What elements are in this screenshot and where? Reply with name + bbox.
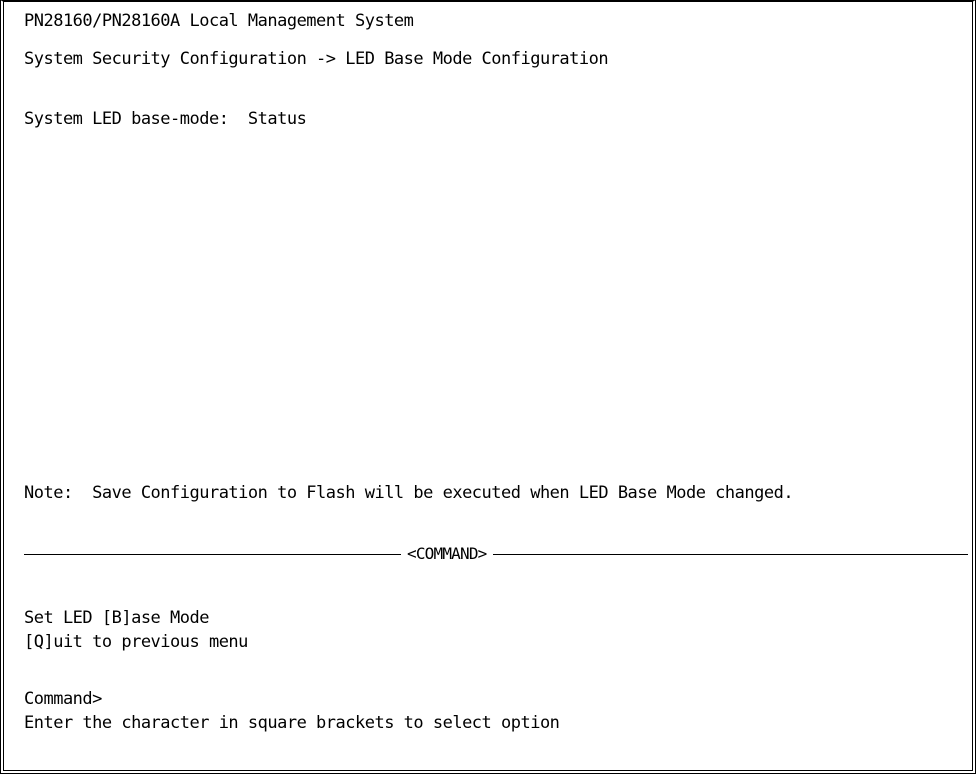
divider-line-left <box>24 554 401 555</box>
breadcrumb: System Security Configuration -> LED Bas… <box>24 49 609 69</box>
option-quit[interactable]: [Q]uit to previous menu <box>24 631 248 653</box>
app-title: PN28160/PN28160A Local Management System <box>24 11 414 31</box>
command-prompt[interactable]: Command> <box>24 688 102 710</box>
led-base-mode-row: System LED base-mode: Status <box>24 108 307 130</box>
terminal-window: PN28160/PN28160A Local Management System… <box>0 0 976 774</box>
divider-line-right <box>492 554 968 555</box>
command-divider: <COMMAND> <box>24 543 968 565</box>
help-text: Enter the character in square brackets t… <box>24 713 560 733</box>
led-base-mode-label: System LED base-mode: <box>24 109 229 129</box>
led-base-mode-value: Status <box>247 109 307 129</box>
command-divider-label: <COMMAND> <box>407 544 487 563</box>
option-set-led-base-mode[interactable]: Set LED [B]ase Mode <box>24 607 209 629</box>
note-text: Note: Save Configuration to Flash will b… <box>24 483 794 503</box>
